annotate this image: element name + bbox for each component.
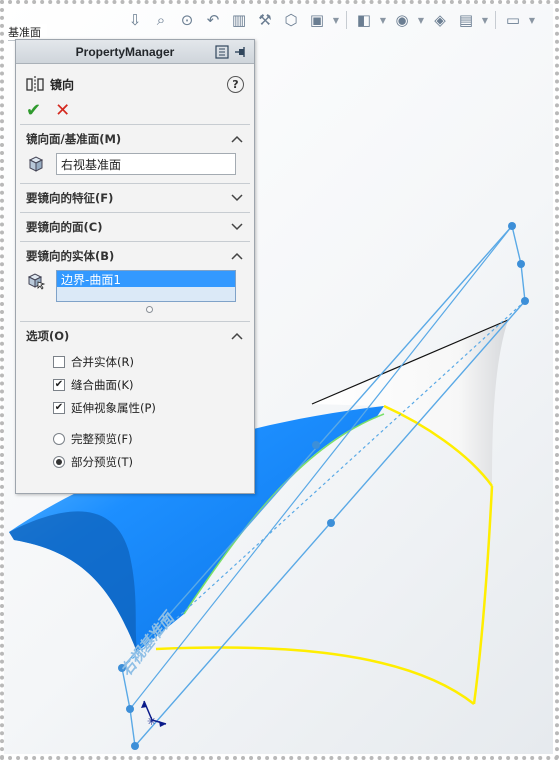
ok-button[interactable]: ✔ (26, 102, 41, 120)
chevron-down-icon[interactable]: ▼ (332, 9, 340, 31)
knit-surfaces-label: 缝合曲面(K) (71, 377, 134, 392)
merge-solids-label: 合并实体(R) (71, 354, 134, 369)
white-surface[interactable] (312, 320, 508, 486)
zoom-area-icon[interactable]: ⊙ (176, 9, 198, 31)
section-view-icon[interactable]: ▥ (228, 9, 250, 31)
hide-show-icon[interactable]: ◧ (353, 9, 375, 31)
edit-appearance-icon[interactable]: ◉ (391, 9, 413, 31)
previous-view-icon[interactable]: ↶ (202, 9, 224, 31)
list-item[interactable]: 边界-曲面1 (57, 271, 235, 287)
heads-up-toolbar: ⇩ ⌕ ⊙ ↶ ▥ ⚒ ⬡ ▣ ▼ ◧ ▼ ◉ ▼ ◈ ▤ ▼ ▭ ▼ (124, 8, 536, 32)
mirror-face-title: 镜向面/基准面(M) (26, 132, 122, 146)
faces-to-mirror-group: 要镜向的面(C) (20, 212, 250, 241)
propagate-visual-checkbox[interactable]: ✔ (53, 401, 65, 414)
plane-handle[interactable] (126, 705, 134, 713)
faces-to-mirror-title: 要镜向的面(C) (26, 220, 103, 234)
body-selection-icon (27, 273, 46, 290)
plane-handle[interactable] (517, 260, 525, 268)
chevron-down-icon[interactable] (230, 191, 244, 205)
options-group: 选项(O) 合并实体(R) ✔ 缝合曲面(K) ✔ 延伸视象属性(P) 完整预览… (20, 321, 250, 481)
view-settings-icon[interactable]: ▤ (455, 9, 477, 31)
svg-text:✳: ✳ (147, 715, 156, 728)
merge-solids-option[interactable]: 合并实体(R) (20, 350, 244, 373)
property-manager-title: PropertyManager (75, 44, 175, 59)
mirror-face-header[interactable]: 镜向面/基准面(M) (20, 125, 250, 153)
knit-surfaces-option[interactable]: ✔ 缝合曲面(K) (20, 373, 244, 396)
plane-handle[interactable] (312, 441, 320, 449)
plane-handle[interactable] (327, 519, 335, 527)
plane-handle[interactable] (131, 742, 139, 750)
dynamic-annotation-icon[interactable]: ⚒ (254, 9, 276, 31)
bodies-to-mirror-title: 要镜向的实体(B) (26, 249, 115, 263)
feature-name: 镜向 (50, 77, 75, 92)
toolbar-separator (346, 11, 347, 29)
property-manager-header: PropertyManager (16, 40, 254, 64)
chevron-down-icon[interactable]: ▼ (379, 9, 387, 31)
full-preview-option[interactable]: 完整预览(F) (20, 427, 244, 450)
propagate-visual-label: 延伸视象属性(P) (71, 400, 156, 415)
chevron-down-icon[interactable]: ▼ (528, 9, 536, 31)
chevron-down-icon[interactable] (230, 220, 244, 234)
zoom-to-fit-icon[interactable]: ⌕ (150, 9, 172, 31)
bodies-to-mirror-group: 要镜向的实体(B) 边界-曲面1 (20, 241, 250, 321)
chevron-up-icon[interactable] (230, 249, 244, 263)
knit-surfaces-checkbox[interactable]: ✔ (53, 378, 65, 391)
scene-icon[interactable]: ◈ (429, 9, 451, 31)
property-manager-panel: PropertyManager 镜向 ? ✔ ✕ 镜向面/基准面(M) 右视基准… (15, 39, 255, 494)
partial-preview-option[interactable]: 部分预览(T) (20, 450, 244, 473)
help-button[interactable]: ? (227, 75, 244, 93)
features-to-mirror-title: 要镜向的特征(F) (26, 191, 114, 205)
plane-handle[interactable] (508, 222, 516, 230)
tree-toggle-icon[interactable] (214, 44, 230, 60)
chevron-down-icon[interactable]: ▼ (481, 9, 489, 31)
plane-handle[interactable] (521, 297, 529, 305)
graphics-area[interactable]: ✳ 右视基准面 基准面 ⇩ ⌕ ⊙ ↶ ▥ ⚒ ⬡ ▣ ▼ ◧ ▼ ◉ ▼ ◈ … (4, 4, 553, 754)
preview-edge-bottom (155, 646, 475, 705)
options-header[interactable]: 选项(O) (20, 322, 250, 350)
bodies-to-mirror-header[interactable]: 要镜向的实体(B) (20, 242, 250, 270)
monitor-icon[interactable]: ▭ (502, 9, 524, 31)
display-style-icon[interactable]: ▣ (306, 9, 328, 31)
faces-to-mirror-header[interactable]: 要镜向的面(C) (20, 213, 250, 241)
full-preview-label: 完整预览(F) (71, 431, 133, 446)
plane-cube-icon (28, 156, 44, 172)
features-to-mirror-group: 要镜向的特征(F) (20, 183, 250, 212)
features-to-mirror-header[interactable]: 要镜向的特征(F) (20, 184, 250, 212)
mirror-face-group: 镜向面/基准面(M) 右视基准面 (20, 124, 250, 183)
chevron-up-icon[interactable] (230, 329, 244, 343)
mirror-icon (26, 76, 44, 92)
partial-preview-label: 部分预览(T) (71, 454, 133, 469)
merge-solids-checkbox[interactable] (53, 355, 65, 368)
view-orientation-icon[interactable]: ⇩ (124, 9, 146, 31)
feature-title-row: 镜向 ? (16, 70, 254, 98)
ok-cancel-row: ✔ ✕ (16, 98, 254, 124)
blue-surface-underside (9, 511, 137, 652)
list-resize-handle[interactable] (145, 306, 153, 313)
full-preview-radio[interactable] (53, 432, 65, 445)
chevron-up-icon[interactable] (230, 132, 244, 146)
toolbar-separator (495, 11, 496, 29)
mirror-face-field[interactable]: 右视基准面 (56, 153, 236, 175)
partial-preview-radio[interactable] (53, 455, 65, 468)
options-title: 选项(O) (26, 329, 70, 343)
preview-edge-right (472, 485, 494, 705)
cancel-button[interactable]: ✕ (55, 102, 70, 120)
pin-icon[interactable] (233, 44, 249, 60)
propagate-visual-option[interactable]: ✔ 延伸视象属性(P) (20, 396, 244, 419)
chevron-down-icon[interactable]: ▼ (417, 9, 425, 31)
view-cube-icon[interactable]: ⬡ (280, 9, 302, 31)
bodies-list[interactable]: 边界-曲面1 (56, 270, 236, 302)
